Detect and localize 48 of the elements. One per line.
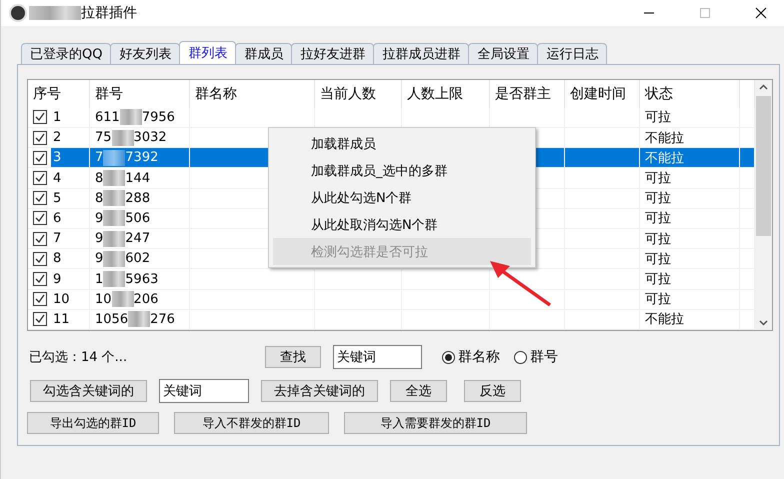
table-cell: 602 xyxy=(125,251,150,266)
table-cell: 可拉 xyxy=(640,290,740,309)
table-cell: 611 xyxy=(95,110,120,125)
table-cell: 可拉 xyxy=(640,229,740,248)
table-cell: 288 xyxy=(125,190,150,206)
table-cell: 8 xyxy=(95,190,104,206)
table-cell: 506 xyxy=(125,210,150,226)
table-cell: 247 xyxy=(125,231,150,246)
table-cell: 不能拉 xyxy=(640,148,740,168)
table-cell-text: 5 xyxy=(52,190,62,206)
table-cell: 可拉 xyxy=(640,108,740,128)
table-cell-text: 1 xyxy=(52,110,62,125)
table-cell: 206 xyxy=(134,292,158,307)
table-cell: 可拉 xyxy=(640,249,740,268)
table-cell-text: 8 xyxy=(52,251,62,266)
table-cell: 1 xyxy=(95,272,104,287)
table-cell-text: 6 xyxy=(52,210,62,226)
table-cell: 7956 xyxy=(142,110,175,125)
table-cell-text: 10 xyxy=(52,292,70,307)
table-cell: 3 xyxy=(51,148,89,168)
table-cell-text: 7 xyxy=(52,231,62,246)
table-cell: 1056 xyxy=(95,312,128,327)
table-cell: 3032 xyxy=(134,130,167,146)
table-cell: 5963 xyxy=(125,272,158,287)
radio-label: 群号 xyxy=(530,348,558,366)
table-cell: 7392 xyxy=(125,150,158,166)
table-cell: 不能拉 xyxy=(640,128,740,148)
table-cell: 可拉 xyxy=(640,208,740,228)
table-cell-text: 11 xyxy=(52,312,70,327)
table-cell-text: 4 xyxy=(52,170,62,186)
table-cell: 144 xyxy=(125,170,150,186)
radio-label: 群名称 xyxy=(458,348,500,366)
table-cell: 可拉 xyxy=(640,168,740,188)
table-cell: 9 xyxy=(95,251,104,266)
table-cell: 可拉 xyxy=(640,269,740,289)
table-cell: 75 xyxy=(95,130,112,146)
table-cell: 可拉 xyxy=(640,188,740,208)
table-cell-text: 2 xyxy=(52,130,62,146)
table-cell: 10 xyxy=(95,292,112,307)
table-cell: 8 xyxy=(95,170,104,186)
table-cell-text: 9 xyxy=(52,272,62,287)
table-cell: 9 xyxy=(95,231,104,246)
window-title: 拉群插件 xyxy=(81,4,137,22)
table-cell: 不能拉 xyxy=(640,310,740,330)
table-cell: 276 xyxy=(150,312,175,327)
table-cell: 9 xyxy=(95,210,104,226)
table-cell: 7 xyxy=(95,150,104,166)
checked-count-label: 已勾选：14 个... xyxy=(28,349,128,366)
